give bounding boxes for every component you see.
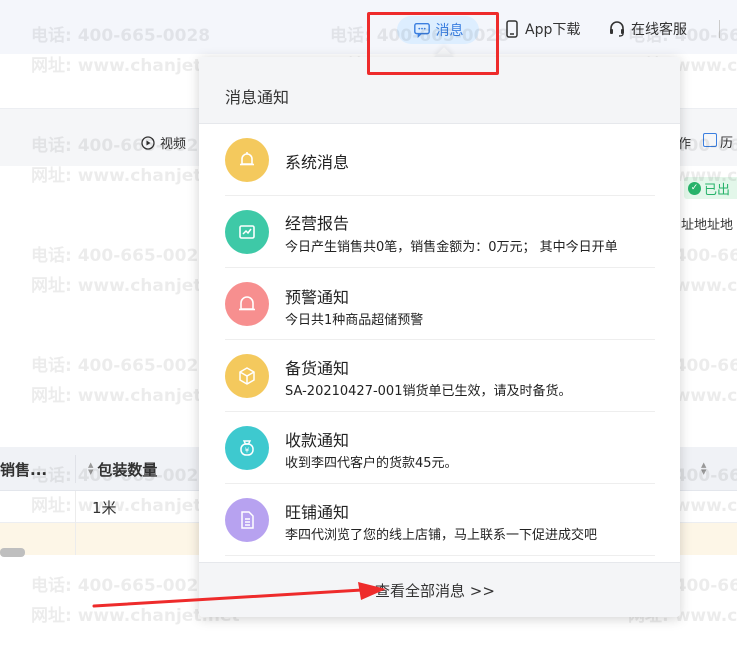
notification-title: 预警通知 [285,288,350,307]
app-download-button[interactable]: App下载 [504,18,580,40]
row-divider [75,491,76,555]
column-header-pack-qty[interactable]: ▲ ▼ 包装数量 [88,447,157,491]
address-text: 址地址地 [681,218,734,233]
box-icon [225,354,269,398]
column-header-sales[interactable]: 销售... [0,447,47,491]
sort-icon[interactable]: ▲ ▼ [701,462,706,476]
status-badge: ✓ 已出 [684,177,737,199]
document-icon [225,498,269,542]
app-download-label: App下载 [525,22,581,38]
bell-icon [225,138,269,182]
highlight-annotation-box [367,12,499,75]
popup-title: 消息通知 [225,88,290,107]
report-chart-icon [225,210,269,254]
notification-desc: 李四代浏览了您的线上店铺，马上联系一下促进成交吧 [285,528,598,543]
sort-icon[interactable]: ▲ ▼ [88,462,93,476]
notification-stock[interactable]: 备货通知 SA-20210427-001销货单已生效，请及时备货。 [225,340,655,412]
svg-text:¥: ¥ [245,447,250,455]
check-icon: ✓ [688,181,701,195]
notification-payment[interactable]: ¥ 收款通知 收到李四代客户的货款45元。 [225,412,655,484]
notification-desc: 今日共1种商品超储预警 [285,313,424,328]
online-service-label: 在线客服 [631,22,687,38]
red-arrow-annotation [92,582,386,608]
history-label[interactable]: 历 [720,132,733,151]
horizontal-scrollbar[interactable] [0,548,25,557]
column-divider[interactable] [75,455,76,483]
online-service-button[interactable]: 在线客服 [608,18,687,40]
watermark-phone: 电话: 400-665-0028 [31,246,211,266]
notification-popup: 消息通知 系统消息 经营报告 今日产生销售共0笔，销售金额为：0万元； 其中今日… [199,57,680,617]
notification-title: 系统消息 [285,153,350,172]
notification-desc: 收到李四代客户的货款45元。 [285,456,458,471]
notification-desc: SA-20210427-001销货单已生效，请及时备货。 [285,384,572,399]
history-icon[interactable] [703,133,717,147]
column-header-more[interactable]: ▲ ▼ [701,447,710,491]
notification-desc: 今日产生销售共0笔，销售金额为：0万元； 其中今日开单 [285,240,618,255]
notification-system[interactable]: 系统消息 [225,124,655,196]
column-header-label: 销售... [0,460,48,479]
watermark-phone: 电话: 400-665-0028 [31,356,211,376]
notification-title: 经营报告 [285,214,350,233]
header-divider [719,20,720,38]
view-all-messages-link[interactable]: 查看全部消息 >> [375,580,495,601]
column-header-label: 包装数量 [97,460,158,479]
money-bag-icon: ¥ [225,426,269,470]
notification-title: 备货通知 [285,359,350,378]
play-circle-icon [141,135,155,150]
pack-qty-cell: 1米 [92,499,117,517]
alarm-icon [225,282,269,326]
video-link[interactable]: 视频 [141,133,186,152]
notification-shop[interactable]: 旺铺通知 李四代浏览了您的线上店铺，马上联系一下促进成交吧 [225,484,655,556]
notification-title: 旺铺通知 [285,503,350,522]
video-label: 视频 [160,137,187,152]
phone-icon [506,20,518,38]
notification-alert[interactable]: 预警通知 今日共1种商品超储预警 [225,268,655,340]
status-badge-label: 已出 [704,182,731,198]
notification-title: 收款通知 [285,431,350,450]
headset-icon [610,21,624,37]
notification-report[interactable]: 经营报告 今日产生销售共0笔，销售金额为：0万元； 其中今日开单 [225,196,655,268]
